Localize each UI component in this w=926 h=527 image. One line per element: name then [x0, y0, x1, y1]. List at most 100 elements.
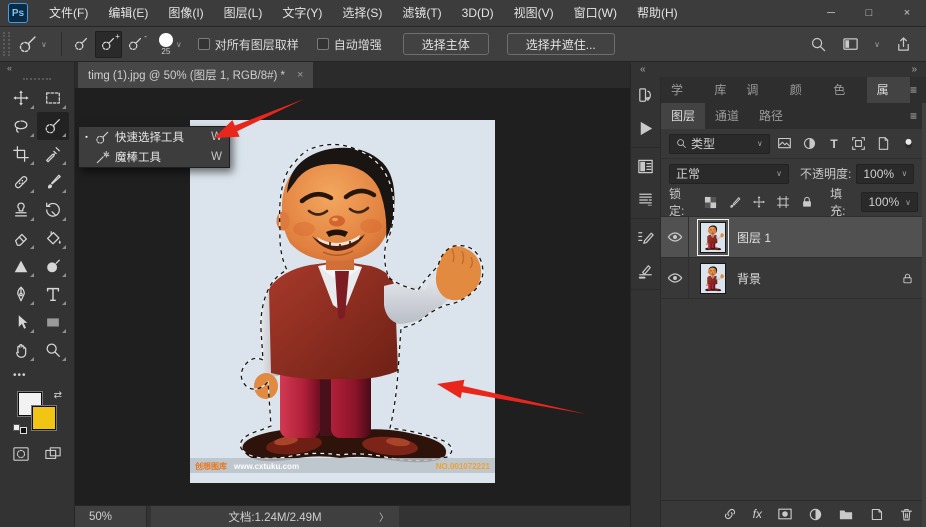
- layer-row-layer1[interactable]: 图层 1: [661, 217, 926, 258]
- opacity-dropdown[interactable]: 100% ∨: [856, 163, 915, 184]
- tab-color[interactable]: 颜色: [780, 77, 823, 123]
- filter-type-layers-icon[interactable]: T: [824, 134, 844, 154]
- zoom-tool[interactable]: [37, 336, 69, 364]
- blur-tool[interactable]: [37, 252, 69, 280]
- blend-mode-dropdown[interactable]: 正常 ∨: [669, 163, 789, 184]
- filter-smart-objects-icon[interactable]: [874, 134, 894, 154]
- close-button[interactable]: ×: [888, 0, 926, 27]
- zoom-level-field[interactable]: 50%: [75, 506, 147, 527]
- new-group-icon[interactable]: [838, 507, 854, 521]
- lock-image-icon[interactable]: [725, 192, 744, 212]
- filter-type-dropdown[interactable]: 类型 ∨: [669, 133, 770, 154]
- history-panel-icon[interactable]: [631, 79, 661, 112]
- tab-swatches[interactable]: 色板: [823, 77, 866, 123]
- filter-shape-layers-icon[interactable]: [849, 134, 869, 154]
- document-tab[interactable]: timg (1).jpg @ 50% (图层 1, RGB/8#) * ×: [78, 62, 314, 88]
- link-layers-icon[interactable]: [722, 506, 738, 522]
- subtract-from-selection-mode-button[interactable]: -: [122, 31, 149, 58]
- quick-select-tool-preset[interactable]: ∨: [18, 34, 47, 54]
- edit-toolbar-ellipsis[interactable]: •••: [5, 364, 69, 386]
- lock-all-icon[interactable]: [798, 192, 817, 212]
- marquee-tool[interactable]: [37, 84, 69, 112]
- swap-colors-icon[interactable]: ⇄: [54, 390, 62, 401]
- photo-image[interactable]: 创想图库 www.cxtuku.com NO.001072221: [190, 120, 495, 483]
- menu-3d[interactable]: 3D(D): [452, 0, 504, 27]
- brush-size-picker[interactable]: 25 ∨: [158, 32, 182, 56]
- layer-row-background[interactable]: 背景: [661, 258, 926, 299]
- lock-position-icon[interactable]: [749, 192, 768, 212]
- sample-all-layers-option[interactable]: 对所有图层取样: [197, 36, 299, 53]
- menu-select[interactable]: 选择(S): [332, 0, 392, 27]
- tab-libraries[interactable]: 库: [704, 77, 736, 103]
- eraser-tool[interactable]: [5, 224, 37, 252]
- tab-layers[interactable]: 图层: [661, 103, 706, 129]
- lasso-tool[interactable]: [5, 112, 37, 140]
- filter-adjustment-layers-icon[interactable]: [799, 134, 819, 154]
- menu-file[interactable]: 文件(F): [39, 0, 98, 27]
- lock-transparency-icon[interactable]: [700, 192, 719, 212]
- paragraph-panel-icon[interactable]: [631, 183, 661, 216]
- filter-toggle-switch[interactable]: [898, 134, 918, 154]
- menu-window[interactable]: 窗口(W): [564, 0, 627, 27]
- layer-style-fx-button[interactable]: fx: [753, 507, 762, 521]
- quick-selection-tool[interactable]: [37, 112, 69, 140]
- flyout-quick-selection-tool[interactable]: ▪ 快速选择工具 W: [79, 127, 229, 147]
- tab-adjustments[interactable]: 调整: [736, 77, 779, 123]
- panel-menu-icon[interactable]: ≡: [910, 77, 926, 103]
- search-icon[interactable]: [810, 36, 827, 53]
- brush-tool[interactable]: [37, 168, 69, 196]
- shape-tool[interactable]: [37, 308, 69, 336]
- type-tool[interactable]: [37, 280, 69, 308]
- tab-learn[interactable]: 学习: [661, 77, 704, 123]
- select-subject-button[interactable]: 选择主体: [402, 33, 489, 55]
- crop-tool[interactable]: [5, 140, 37, 168]
- tab-properties[interactable]: 属性: [866, 77, 910, 123]
- layer-thumbnail[interactable]: [697, 218, 729, 256]
- auto-enhance-option[interactable]: 自动增强: [316, 36, 382, 53]
- clone-stamp-tool[interactable]: [5, 196, 37, 224]
- tab-paths[interactable]: 路径: [749, 103, 793, 129]
- auto-enhance-checkbox[interactable]: [316, 38, 329, 50]
- new-selection-mode-button[interactable]: [68, 31, 95, 58]
- brush-settings-panel-icon[interactable]: [631, 221, 661, 254]
- layer-thumbnail[interactable]: [699, 262, 727, 295]
- hand-tool[interactable]: [5, 336, 37, 364]
- pen-tool[interactable]: [5, 280, 37, 308]
- sample-all-layers-checkbox[interactable]: [197, 38, 210, 50]
- background-lock-icon[interactable]: [901, 272, 914, 285]
- spot-healing-brush-tool[interactable]: [5, 168, 37, 196]
- expand-panels-icon[interactable]: »: [911, 64, 917, 75]
- filter-pixel-layers-icon[interactable]: [775, 134, 795, 154]
- menu-image[interactable]: 图像(I): [158, 0, 213, 27]
- layer-visibility-toggle[interactable]: [661, 258, 689, 298]
- paint-bucket-tool[interactable]: [37, 224, 69, 252]
- quick-mask-icon[interactable]: [12, 446, 30, 462]
- adjustment-layer-icon[interactable]: [808, 507, 823, 522]
- menu-view[interactable]: 视图(V): [504, 0, 564, 27]
- menu-type[interactable]: 文字(Y): [272, 0, 332, 27]
- collapse-panels-icon[interactable]: «: [640, 64, 646, 75]
- tab-close-icon[interactable]: ×: [297, 69, 303, 81]
- lock-artboard-icon[interactable]: [773, 192, 792, 212]
- toolbar-collapse[interactable]: «: [0, 62, 74, 75]
- eyedropper-tool[interactable]: [37, 140, 69, 168]
- move-tool[interactable]: [5, 84, 37, 112]
- select-and-mask-button[interactable]: 选择并遮住...: [506, 33, 615, 55]
- menu-help[interactable]: 帮助(H): [627, 0, 688, 27]
- clone-source-panel-icon[interactable]: [631, 254, 661, 287]
- menu-layer[interactable]: 图层(L): [214, 0, 273, 27]
- maximize-button[interactable]: □: [850, 0, 888, 27]
- add-to-selection-mode-button[interactable]: +: [94, 30, 122, 58]
- minimize-button[interactable]: ─: [812, 0, 850, 27]
- canvas[interactable]: 创想图库 www.cxtuku.com NO.001072221 ▪ 快速选择工…: [75, 88, 630, 505]
- chevron-down-icon[interactable]: ∨: [874, 40, 880, 49]
- background-color-swatch[interactable]: [32, 406, 56, 430]
- layer-visibility-toggle[interactable]: [661, 217, 689, 257]
- menu-filter[interactable]: 滤镜(T): [392, 0, 451, 27]
- history-brush-tool[interactable]: [37, 196, 69, 224]
- add-layer-mask-icon[interactable]: [777, 507, 793, 521]
- fill-dropdown[interactable]: 100% ∨: [861, 192, 918, 212]
- workspace-switcher-icon[interactable]: [842, 36, 859, 53]
- dodge-tool[interactable]: [5, 252, 37, 280]
- share-icon[interactable]: [895, 36, 912, 53]
